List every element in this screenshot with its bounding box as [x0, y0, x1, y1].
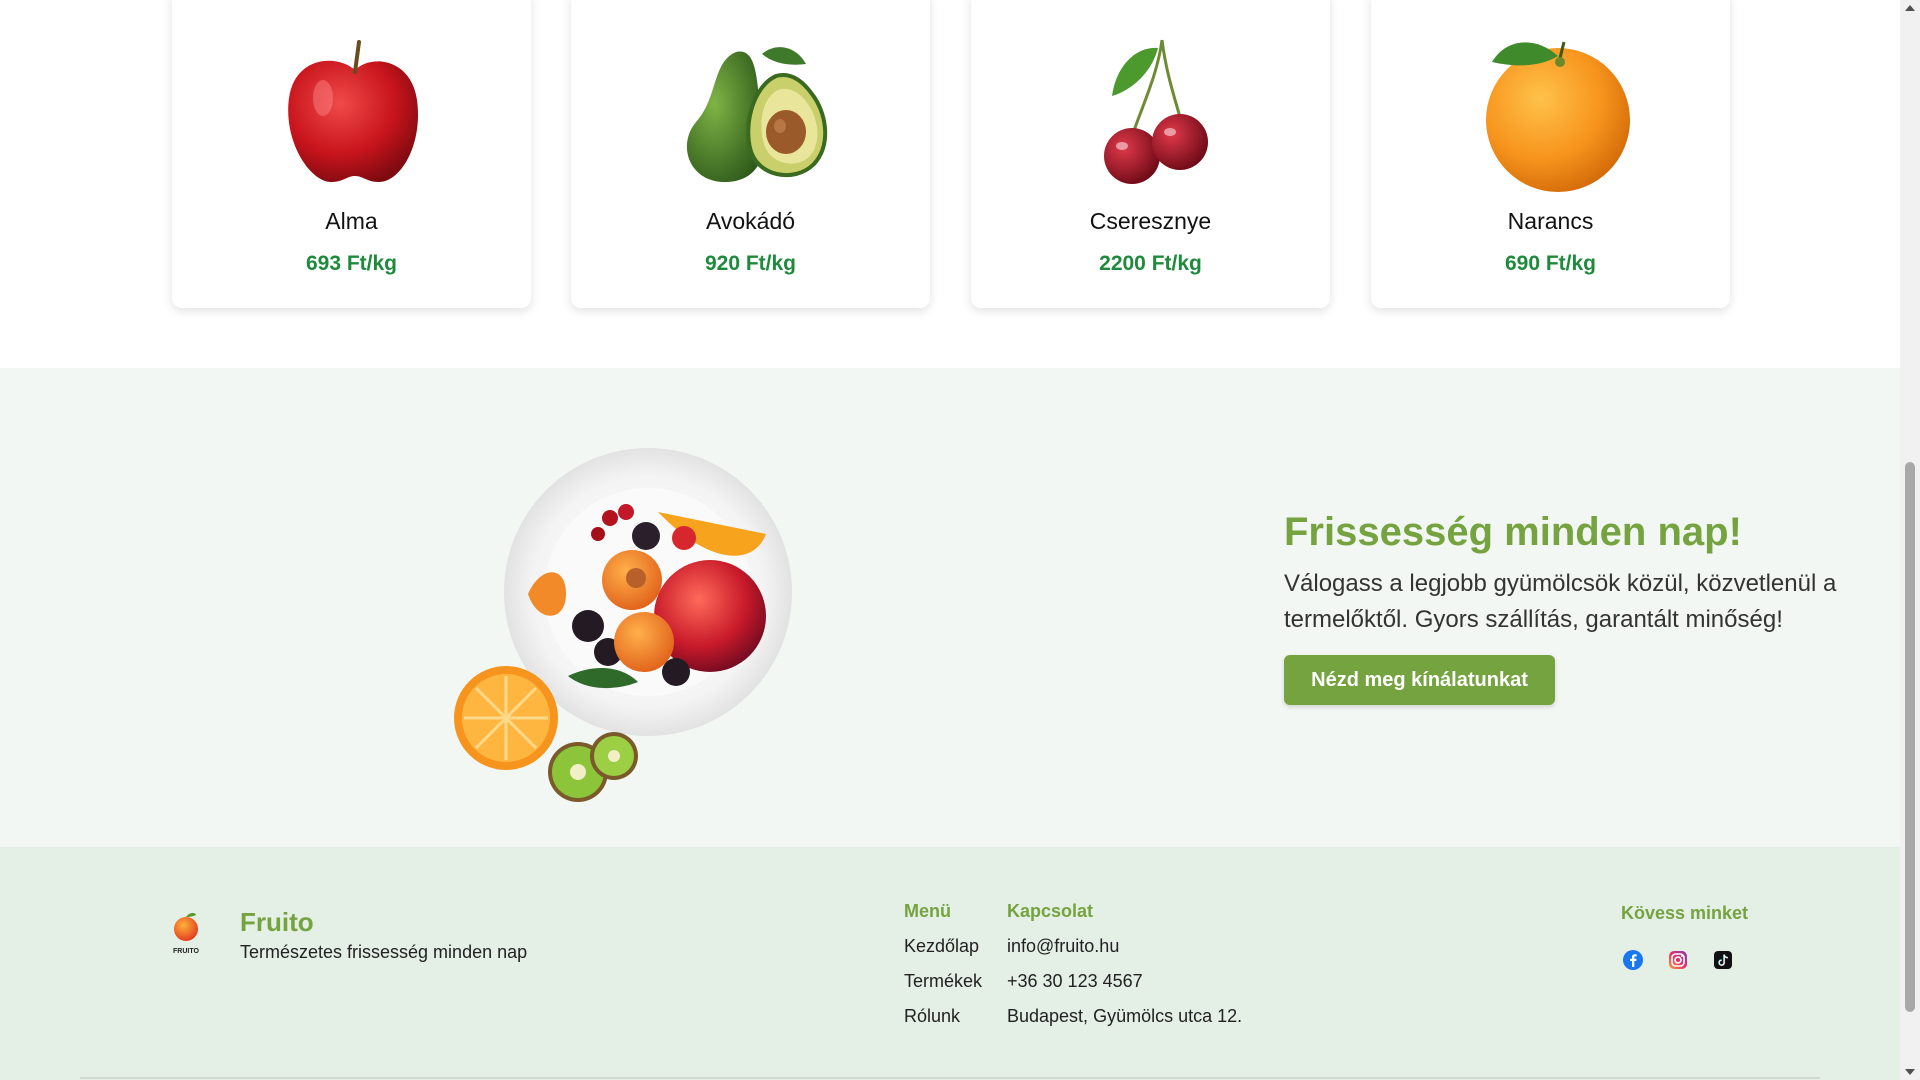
fruit-plate-image — [454, 448, 792, 802]
product-card-alma[interactable]: Alma 693 Ft/kg — [172, 0, 531, 308]
instagram-icon[interactable] — [1667, 949, 1689, 971]
orange-image — [1485, 41, 1630, 192]
tiktok-icon[interactable] — [1712, 949, 1734, 971]
scroll-up-arrow-icon[interactable] — [1905, 5, 1915, 11]
product-grid: Alma 693 Ft/kg Avokádó 920 Ft/kg Cseresz… — [0, 0, 1900, 368]
contact-address: Budapest, Gyümölcs utca 12. — [1007, 1006, 1243, 1026]
product-name: Avokádó — [705, 208, 796, 234]
footer-link-rolunk[interactable]: Rólunk — [904, 1006, 960, 1027]
social-title: Kövess minket — [1621, 903, 1749, 923]
contact-email[interactable]: info@fruito.hu — [1007, 936, 1119, 957]
brand-name: Fruito — [240, 907, 314, 937]
scroll-down-arrow-icon[interactable] — [1905, 1069, 1915, 1075]
page-scrollbar[interactable] — [1900, 0, 1920, 1080]
product-name: Alma — [325, 208, 378, 234]
footer-link-kezdolap[interactable]: Kezdőlap — [904, 936, 979, 957]
product-price: 2200 Ft/kg — [1099, 252, 1202, 275]
hero-section: Frissesség minden nap! Válogass a legjob… — [0, 368, 1900, 847]
footer-link-termekek[interactable]: Termékek — [904, 971, 982, 992]
menu-title: Menü — [904, 901, 951, 921]
scrollbar-thumb[interactable] — [1905, 462, 1915, 1012]
product-price: 920 Ft/kg — [704, 252, 797, 275]
apple-image — [287, 40, 418, 183]
view-offers-button[interactable]: Nézd meg kínálatunkat — [1284, 655, 1555, 705]
hero-title: Frissesség minden nap! — [1284, 510, 1742, 554]
product-price: 693 Ft/kg — [305, 252, 398, 275]
footer: FRUITO Fruito Természetes frissesség min… — [0, 847, 1900, 1080]
product-card-narancs[interactable]: Narancs 690 Ft/kg — [1371, 0, 1730, 308]
product-name: Cseresznye — [1089, 208, 1212, 234]
brand-tagline: Természetes frissesség minden nap — [240, 942, 528, 962]
product-price: 690 Ft/kg — [1504, 252, 1597, 275]
facebook-icon[interactable] — [1622, 949, 1644, 971]
contact-phone: +36 30 123 4567 — [1007, 971, 1143, 991]
avocado-image — [686, 47, 827, 183]
footer-divider — [80, 1077, 1820, 1079]
cherry-image — [1103, 39, 1208, 184]
page: Alma 693 Ft/kg Avokádó 920 Ft/kg Cseresz… — [0, 0, 1900, 1080]
product-name: Narancs — [1507, 208, 1594, 234]
hero-lead: Válogass a legjobb gyümölcsök közül, köz… — [1284, 570, 1837, 633]
logo-text: FRUITO — [173, 948, 199, 955]
product-card-cseresznye[interactable]: Cseresznye 2200 Ft/kg — [971, 0, 1330, 308]
product-card-avokado[interactable]: Avokádó 920 Ft/kg — [571, 0, 930, 308]
contact-title: Kapcsolat — [1007, 901, 1094, 921]
fruito-logo[interactable]: FRUITO — [170, 911, 202, 957]
